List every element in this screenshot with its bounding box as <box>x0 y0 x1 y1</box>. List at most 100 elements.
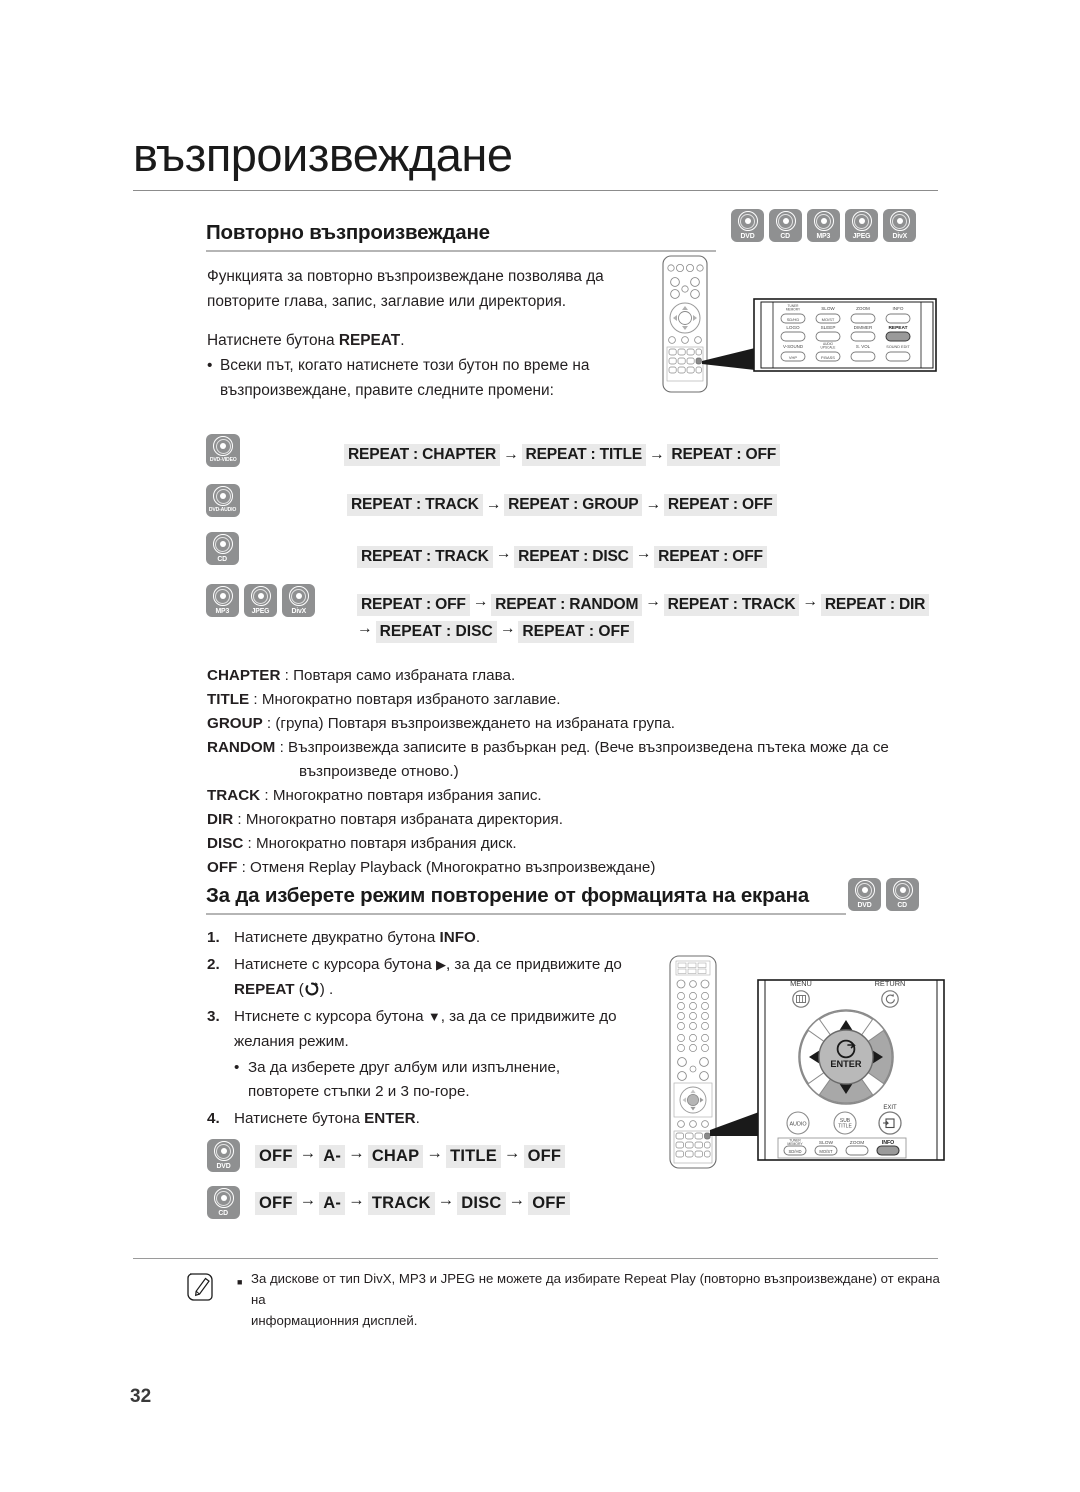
osd-sequence-text: OFF → A- → CHAP → TITLE → OFF <box>255 1143 566 1168</box>
bullet-line-2: възпроизвеждане, правите следните промен… <box>220 382 554 399</box>
remote-dpad-callout-svg: MENU RETURN ENTER AUDIO SUB TITLE EXIT T… <box>669 955 945 1169</box>
svg-text:MO/ST: MO/ST <box>822 317 835 322</box>
definition-term: GROUP <box>207 715 263 732</box>
sequence-step: REPEAT : TRACK <box>357 546 493 568</box>
bullet-line-1: Всеки път, когато натиснете този бутон п… <box>220 357 590 374</box>
svg-text:REPEAT: REPEAT <box>888 325 907 331</box>
svg-text:ZOOM: ZOOM <box>850 1140 864 1146</box>
arrow-icon: → <box>348 1143 365 1162</box>
arrow-icon: → <box>299 1143 317 1162</box>
badge-label: MP3 <box>215 606 230 615</box>
disc-glyph <box>250 586 271 606</box>
definition-dir: DIR : Многократно повтаря избраната дире… <box>207 808 937 832</box>
sub-bullet-line-2: повторете стъпки 2 и 3 по-горе. <box>248 1083 470 1100</box>
sequence-step: REPEAT : DISC <box>375 621 497 643</box>
down-arrow-glyph-icon: ▼ <box>427 1009 441 1024</box>
remote-callout-svg: TUNER MEMORY SLOW ZOOM INFO SD/HD MO/ST … <box>662 255 937 393</box>
badge-label: DVD <box>216 1161 231 1170</box>
section-heading-osd-repeat-mode: За да изберете режим повторение от форма… <box>206 884 846 915</box>
svg-text:ZOOM: ZOOM <box>856 306 870 311</box>
sequence-row-cd: CD REPEAT : TRACK → REPEAT : DISC → REPEAT :… <box>206 532 946 584</box>
arrow-icon: → <box>357 620 373 637</box>
badge-label: CD <box>780 231 791 240</box>
media-badge-row-section1: DVD CD MP3 JPEG DivX <box>731 209 916 242</box>
definition-group: GROUP : (група) Повтаря възпроизвежданет… <box>207 712 937 736</box>
arrow-icon: → <box>485 496 502 513</box>
media-badge-cd-icon: CD <box>886 878 919 911</box>
arrow-icon: → <box>645 496 661 513</box>
intro-line-1: Функцията за повторно възпроизвеждане по… <box>207 268 604 285</box>
media-badge-jpeg-icon: JPEG <box>244 584 277 617</box>
definition-term: RANDOM <box>207 739 276 756</box>
definition-text: : Многократно повтаря избрания диск. <box>243 835 517 852</box>
page-number: 32 <box>130 1386 152 1407</box>
media-badge-cd-icon: CD <box>206 532 239 565</box>
media-badge-cd-icon: CD <box>207 1186 240 1219</box>
step-text: Нтиснете с курсора бутона ▼, за да се пр… <box>234 1004 647 1054</box>
osd-step: CHAP <box>367 1144 424 1168</box>
svg-text:UPSCALE: UPSCALE <box>821 345 836 349</box>
media-badge-dvd-audio-icon: DVD-AUDIO <box>206 484 240 517</box>
section-heading-repeat-playback: Повторно възпроизвеждане <box>206 221 716 252</box>
sequence-step: REPEAT : OFF <box>667 444 781 466</box>
arrow-icon: → <box>503 1143 521 1162</box>
sequence-icons: DVD-VIDEO <box>206 434 240 467</box>
section2-divider <box>206 913 846 915</box>
svg-text:EXIT: EXIT <box>883 1105 897 1111</box>
step-3-line-2: желания режим. <box>234 1033 349 1050</box>
badge-label: DVD <box>740 231 755 240</box>
arrow-icon: → <box>426 1143 444 1162</box>
svg-text:S. VOL: S. VOL <box>856 344 871 349</box>
right-arrow-glyph-icon: ▶ <box>435 957 446 972</box>
intro-paragraph: Функцията за повторно възпроизвеждане по… <box>207 264 637 403</box>
disc-glyph <box>212 586 233 606</box>
definition-text: : Повтаря само избраната глава. <box>280 667 516 684</box>
sequence-step: REPEAT : TITLE <box>521 444 646 466</box>
media-badge-dvd-icon: DVD <box>848 878 881 911</box>
disc-glyph <box>213 436 233 456</box>
osd-sequence-text: OFF → A- → TRACK → DISC → OFF <box>255 1191 570 1215</box>
svg-text:SD/HD: SD/HD <box>787 317 800 322</box>
osd-step: OFF <box>528 1191 570 1215</box>
highlighted-repeat-key-icon <box>695 357 702 365</box>
step-text: Натиснете бутона ENTER. <box>234 1110 420 1127</box>
media-badge-divx-icon: DivX <box>883 209 916 242</box>
svg-text:DIMMER: DIMMER <box>854 325 873 330</box>
sequence-icons: CD <box>206 532 239 565</box>
step-text: Натиснете двукратно бутона INFO. <box>234 929 481 946</box>
disc-glyph <box>288 586 309 606</box>
step-2: 2. Натиснете с курсора бутона ▶, за да с… <box>207 952 647 1002</box>
media-badge-dvd-icon: DVD <box>731 209 764 242</box>
svg-text:INFO: INFO <box>882 1140 894 1146</box>
osd-step: OFF <box>255 1144 297 1168</box>
svg-text:VHP: VHP <box>789 355 798 360</box>
definition-text: : Многократно повтаря избраното заглавие… <box>249 691 561 708</box>
step-number: 2. <box>207 956 220 973</box>
media-badge-cd-icon: CD <box>769 209 802 242</box>
osd-row-icon: DVD <box>207 1139 255 1172</box>
osd-step: OFF <box>255 1191 297 1215</box>
badge-label: DVD-AUDIO <box>209 507 237 513</box>
step-number: 4. <box>207 1110 220 1127</box>
definition-term: TITLE <box>207 691 250 708</box>
sequence-icons: DVD-AUDIO <box>206 484 240 517</box>
sequence-row-mp3-jpeg-divx: MP3 JPEG DivX REPEAT : OFF → REPEAT : RAND… <box>206 584 946 656</box>
arrow-icon: → <box>635 545 652 562</box>
sequence-row-dvd-video: DVD-VIDEO REPEAT : CHAPTER → REPEAT : TITL… <box>206 434 946 484</box>
media-badge-mp3-icon: MP3 <box>206 584 239 617</box>
definition-off: OFF : Отменя Replay Playback (Многократн… <box>207 856 937 880</box>
osd-step: OFF <box>523 1144 566 1168</box>
svg-text:RETURN: RETURN <box>875 979 906 988</box>
badge-label: CD <box>218 1208 229 1217</box>
definition-term: DIR <box>207 811 234 828</box>
sequence-row-dvd-audio: DVD-AUDIO REPEAT : TRACK → REPEAT : GROUP →… <box>206 484 946 532</box>
remote-control-illustration-top: TUNER MEMORY SLOW ZOOM INFO SD/HD MO/ST … <box>655 252 945 407</box>
badge-label: DivX <box>892 231 907 240</box>
arrow-icon: → <box>495 545 512 562</box>
media-badge-row-section2: DVD CD <box>848 878 919 911</box>
svg-text:INFO: INFO <box>893 306 904 311</box>
intro-bullet: • Всеки път, когато натиснете този бутон… <box>207 353 637 403</box>
media-badge-dvd-icon: DVD <box>207 1139 240 1172</box>
arrow-icon: → <box>472 593 489 610</box>
